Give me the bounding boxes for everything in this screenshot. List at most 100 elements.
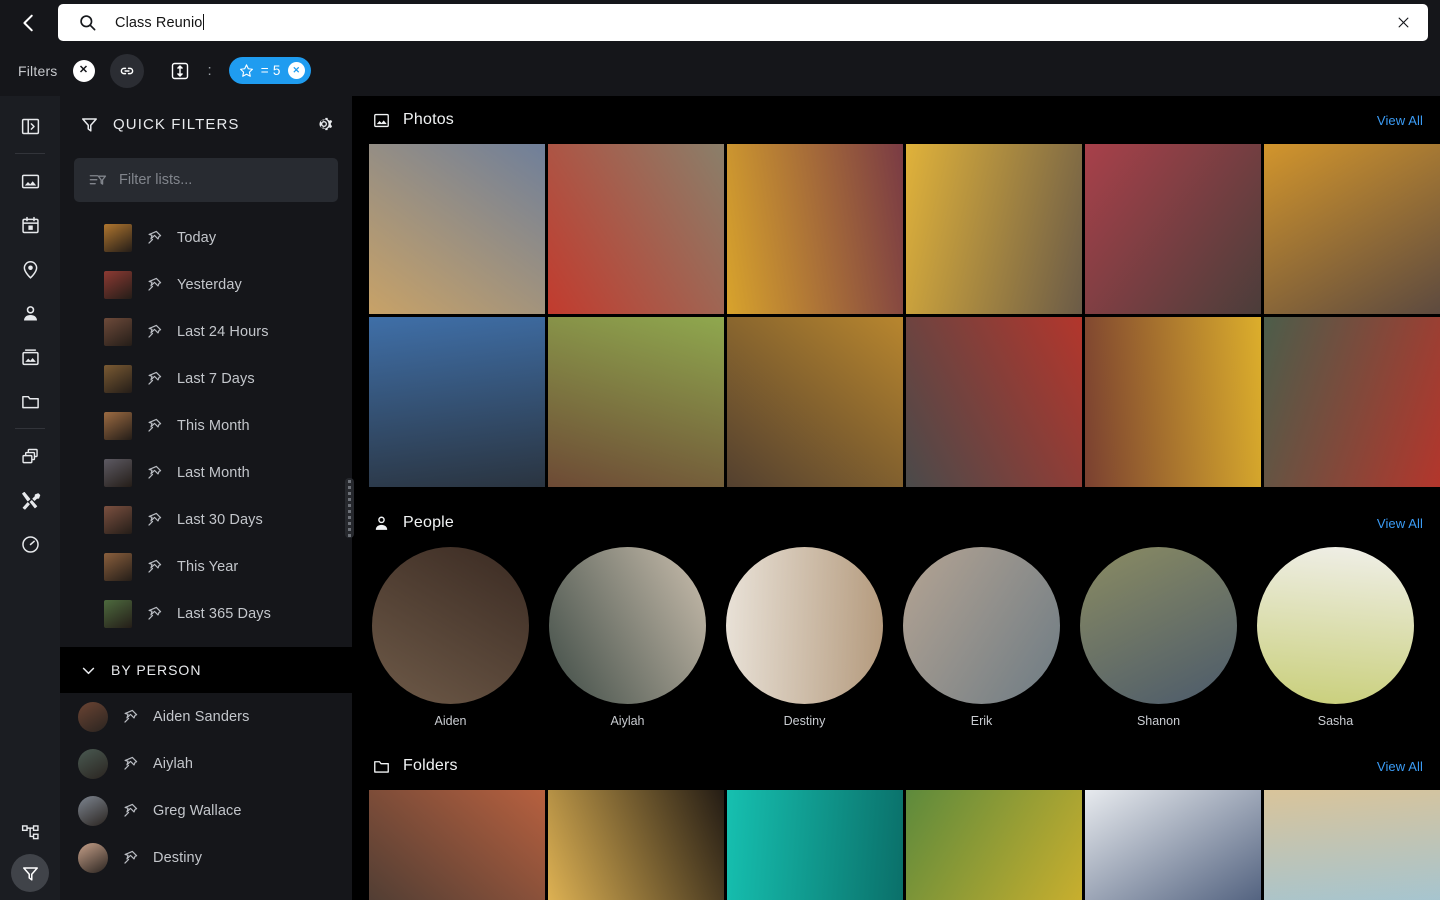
quick-filter-item[interactable]: Last 7 Days [60, 355, 352, 402]
chevron-left-icon [18, 12, 40, 34]
search-input[interactable]: Class Reunio [58, 4, 1428, 41]
photo-tile[interactable] [727, 144, 903, 314]
quick-filter-item[interactable]: This Year [60, 543, 352, 590]
person-name: Erik [970, 714, 993, 728]
person-filter-item[interactable]: Destiny [60, 834, 352, 881]
pin-icon[interactable] [146, 370, 163, 387]
photo-tile[interactable] [369, 317, 545, 487]
tools-icon [20, 490, 41, 511]
pin-icon[interactable] [146, 605, 163, 622]
sitemap-icon [20, 822, 41, 843]
pin-icon[interactable] [146, 464, 163, 481]
quick-filters-header: QUICK FILTERS [60, 96, 352, 152]
person-card[interactable]: Shanon [1080, 547, 1237, 728]
sidebar-item-calendar[interactable] [8, 203, 52, 247]
back-button[interactable] [0, 0, 58, 45]
sidebar-item-people[interactable] [8, 291, 52, 335]
folders-section-header: Folders View All [352, 742, 1440, 790]
pin-icon[interactable] [146, 323, 163, 340]
quick-filter-label: Last 7 Days [177, 370, 255, 387]
folder-tile[interactable] [548, 790, 724, 900]
quick-filter-item[interactable]: Yesterday [60, 261, 352, 308]
remove-rating-filter-button[interactable] [287, 62, 305, 79]
pin-icon[interactable] [146, 276, 163, 293]
person-card[interactable]: Aiden [372, 547, 529, 728]
sidebar-item-folders[interactable] [8, 379, 52, 423]
pin-icon[interactable] [122, 708, 139, 725]
photo-tile[interactable] [1264, 144, 1440, 314]
filter-fab-button[interactable] [11, 854, 49, 892]
photo-tile[interactable] [1085, 144, 1261, 314]
rating-filter-chip[interactable]: = 5 [228, 57, 311, 84]
pin-icon[interactable] [122, 755, 139, 772]
quick-filter-thumbnail [104, 223, 132, 252]
pin-icon[interactable] [122, 849, 139, 866]
person-card[interactable]: Destiny [726, 547, 883, 728]
folder-tile[interactable] [1264, 790, 1440, 900]
quick-filter-thumbnail [104, 599, 132, 628]
pin-icon[interactable] [146, 417, 163, 434]
link-filters-button[interactable] [109, 53, 144, 88]
avatar [78, 842, 108, 873]
stack-copies-icon [20, 446, 41, 467]
photo-tile[interactable] [727, 317, 903, 487]
sidebar-item-sitemap[interactable] [8, 810, 52, 854]
quick-filter-label: Today [177, 229, 217, 246]
folder-tile[interactable] [369, 790, 545, 900]
person-card[interactable]: Aiylah [549, 547, 706, 728]
top-search-bar: Class Reunio [0, 0, 1440, 45]
sidebar-item-duplicates[interactable] [8, 434, 52, 478]
quick-filters-settings-button[interactable] [314, 114, 334, 134]
rail-divider-2 [15, 428, 45, 429]
person-filter-item[interactable]: Aiden Sanders [60, 693, 352, 740]
folders-view-all-link[interactable]: View All [1377, 759, 1423, 774]
photo-tile[interactable] [369, 144, 545, 314]
panel-resize-handle[interactable] [345, 478, 354, 538]
folder-tile[interactable] [906, 790, 1082, 900]
person-filter-item[interactable]: Greg Wallace [60, 787, 352, 834]
sidebar-item-performance[interactable] [8, 522, 52, 566]
quick-filter-item[interactable]: Today [60, 214, 352, 261]
sidebar-item-images[interactable] [8, 159, 52, 203]
photos-view-all-link[interactable]: View All [1377, 113, 1423, 128]
sidebar-item-panel-toggle[interactable] [8, 104, 52, 148]
person-filter-item[interactable]: Aiylah [60, 740, 352, 787]
photo-tile[interactable] [1085, 317, 1261, 487]
image-icon [20, 171, 41, 192]
quick-filter-label: This Month [177, 417, 250, 434]
photo-tile[interactable] [548, 144, 724, 314]
pin-icon[interactable] [146, 229, 163, 246]
quick-filter-label: This Year [177, 558, 239, 575]
quick-filter-item[interactable]: This Month [60, 402, 352, 449]
folder-tile[interactable] [1085, 790, 1261, 900]
folder-icon [372, 757, 391, 776]
person-card[interactable]: Erik [903, 547, 1060, 728]
sidebar-item-tools[interactable] [8, 478, 52, 522]
pin-icon[interactable] [146, 511, 163, 528]
sort-updown-button[interactable] [167, 58, 193, 84]
photo-tile[interactable] [1264, 317, 1440, 487]
person-name: Aiden [434, 714, 467, 728]
pin-icon[interactable] [146, 558, 163, 575]
photo-tile[interactable] [906, 144, 1082, 314]
folder-tile[interactable] [727, 790, 903, 900]
filter-lists-placeholder: Filter lists... [119, 172, 193, 188]
clear-search-button[interactable] [1390, 10, 1416, 36]
photo-tile[interactable] [906, 317, 1082, 487]
quick-filter-item[interactable]: Last 30 Days [60, 496, 352, 543]
quick-filter-item[interactable]: Last Month [60, 449, 352, 496]
quick-filter-item[interactable]: Last 365 Days [60, 590, 352, 637]
quick-filter-item[interactable]: Last 24 Hours [60, 308, 352, 355]
person-card[interactable]: Sasha [1257, 547, 1414, 728]
people-view-all-link[interactable]: View All [1377, 516, 1423, 531]
by-person-section-header[interactable]: BY PERSON [60, 647, 352, 693]
sidebar-item-places[interactable] [8, 247, 52, 291]
people-section-header: People View All [352, 499, 1440, 547]
main-content: Photos View All People View All Aiden Aiy… [352, 96, 1440, 900]
filter-lists-input[interactable]: Filter lists... [74, 158, 338, 202]
pin-icon[interactable] [122, 802, 139, 819]
person-name: Destiny [783, 714, 826, 728]
sidebar-item-archive[interactable] [8, 335, 52, 379]
photo-tile[interactable] [548, 317, 724, 487]
clear-filters-button[interactable] [72, 59, 95, 82]
